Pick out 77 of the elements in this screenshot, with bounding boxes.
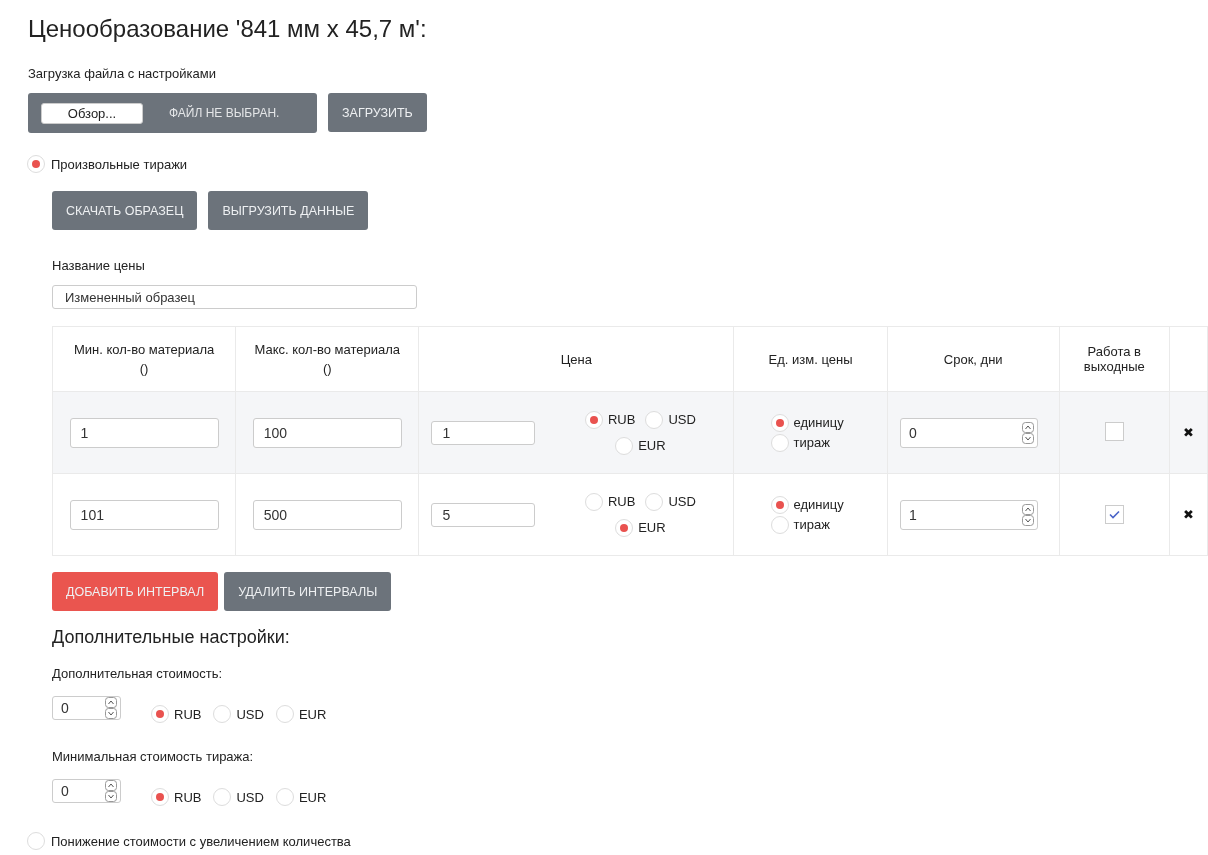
price-field[interactable]: 1: [431, 420, 536, 445]
currency-label: RUB: [174, 789, 202, 805]
price-name-field[interactable]: Измененный образец: [52, 285, 417, 309]
number-field[interactable]: 0: [52, 779, 121, 803]
action-button[interactable]: ВЫГРУЗИТЬ ДАННЫЕ: [208, 191, 369, 230]
page-title: Ценообразование '841 мм x 45,7 м':: [28, 14, 428, 44]
delete-button[interactable]: ✖: [1183, 425, 1194, 440]
file-input[interactable]: Обзор... ФАЙЛ НЕ ВЫБРАН.: [28, 93, 317, 133]
currency-label: USD: [236, 706, 264, 722]
upload-label: Загрузка файла с настройками: [28, 66, 216, 81]
spinner-icon[interactable]: [105, 780, 117, 802]
number-field[interactable]: 0: [52, 696, 121, 720]
upload-button[interactable]: ЗАГРУЗИТЬ: [328, 93, 427, 132]
spinner-icon[interactable]: [1021, 421, 1034, 444]
radio-button[interactable]: [645, 492, 664, 511]
radio-button[interactable]: [275, 788, 294, 806]
radio-button[interactable]: [770, 433, 789, 452]
min-field[interactable]: 1: [69, 417, 219, 448]
max-field[interactable]: 500: [252, 499, 402, 530]
spinner-icon[interactable]: [105, 697, 117, 719]
column-header: Мин. кол-во материала: [72, 342, 216, 357]
unit-label: тираж: [793, 517, 830, 532]
radio-button[interactable]: [645, 410, 664, 429]
field-label: Дополнительная стоимость:: [52, 666, 223, 681]
column-header: Макс. кол-во материала: [253, 342, 402, 357]
column-header: Срок, дни: [942, 351, 1004, 367]
radio-button[interactable]: [27, 832, 45, 850]
column-header: Цена: [559, 351, 593, 367]
radio-button[interactable]: [151, 705, 169, 723]
unit-label: тираж: [793, 435, 830, 450]
file-status: ФАЙЛ НЕ ВЫБРАН.: [169, 106, 280, 120]
column-header: Работа в выходные: [1082, 344, 1146, 374]
currency-label: RUB: [607, 494, 636, 509]
max-field[interactable]: 100: [252, 417, 402, 448]
unit-label: единицу: [793, 497, 844, 512]
currency-label: EUR: [298, 706, 327, 722]
spinner-icon[interactable]: [1021, 503, 1034, 526]
weekend-checkbox[interactable]: [1104, 421, 1124, 441]
section-title: Дополнительные настройки:: [52, 627, 291, 648]
currency-label: EUR: [638, 438, 666, 453]
unit-label: единицу: [793, 415, 844, 430]
currency-label: USD: [668, 412, 696, 427]
radio-button[interactable]: [275, 705, 294, 723]
currency-label: USD: [236, 789, 264, 805]
radio-button[interactable]: [770, 515, 789, 534]
column-unit: (): [138, 361, 150, 376]
min-field[interactable]: 101: [69, 499, 219, 530]
currency-label: USD: [668, 494, 696, 509]
radio-button[interactable]: [770, 413, 789, 432]
radio-button[interactable]: [615, 436, 634, 455]
field-label: Минимальная стоимость тиража:: [52, 749, 254, 764]
radio-button[interactable]: [584, 492, 603, 511]
radio-button[interactable]: [213, 705, 232, 723]
column-unit: (): [321, 361, 333, 376]
check-icon: [1108, 510, 1120, 519]
column-header: Ед. изм. цены: [767, 351, 854, 367]
currency-label: EUR: [638, 520, 666, 535]
action-button[interactable]: СКАЧАТЬ ОБРАЗЕЦ: [52, 191, 198, 230]
currency-label: EUR: [298, 789, 327, 805]
radio-button[interactable]: [770, 495, 789, 514]
radio-button[interactable]: [27, 155, 45, 173]
option-label: Произвольные тиражи: [51, 156, 188, 172]
days-field[interactable]: 1: [899, 499, 1038, 530]
currency-label: RUB: [607, 412, 636, 427]
field-label: Название цены: [52, 258, 145, 273]
radio-button[interactable]: [584, 410, 603, 429]
radio-button[interactable]: [213, 788, 232, 806]
browse-button[interactable]: Обзор...: [41, 102, 143, 124]
days-field[interactable]: 0: [899, 417, 1038, 448]
price-field[interactable]: 5: [431, 502, 536, 527]
radio-button[interactable]: [151, 788, 169, 806]
currency-label: RUB: [174, 706, 202, 722]
delete-intervals-button[interactable]: УДАЛИТЬ ИНТЕРВАЛЫ: [224, 572, 392, 611]
weekend-checkbox[interactable]: [1104, 505, 1124, 524]
radio-button[interactable]: [615, 518, 634, 537]
delete-button[interactable]: ✖: [1183, 507, 1194, 522]
option-label: Понижение стоимости с увеличением количества: [51, 833, 351, 849]
